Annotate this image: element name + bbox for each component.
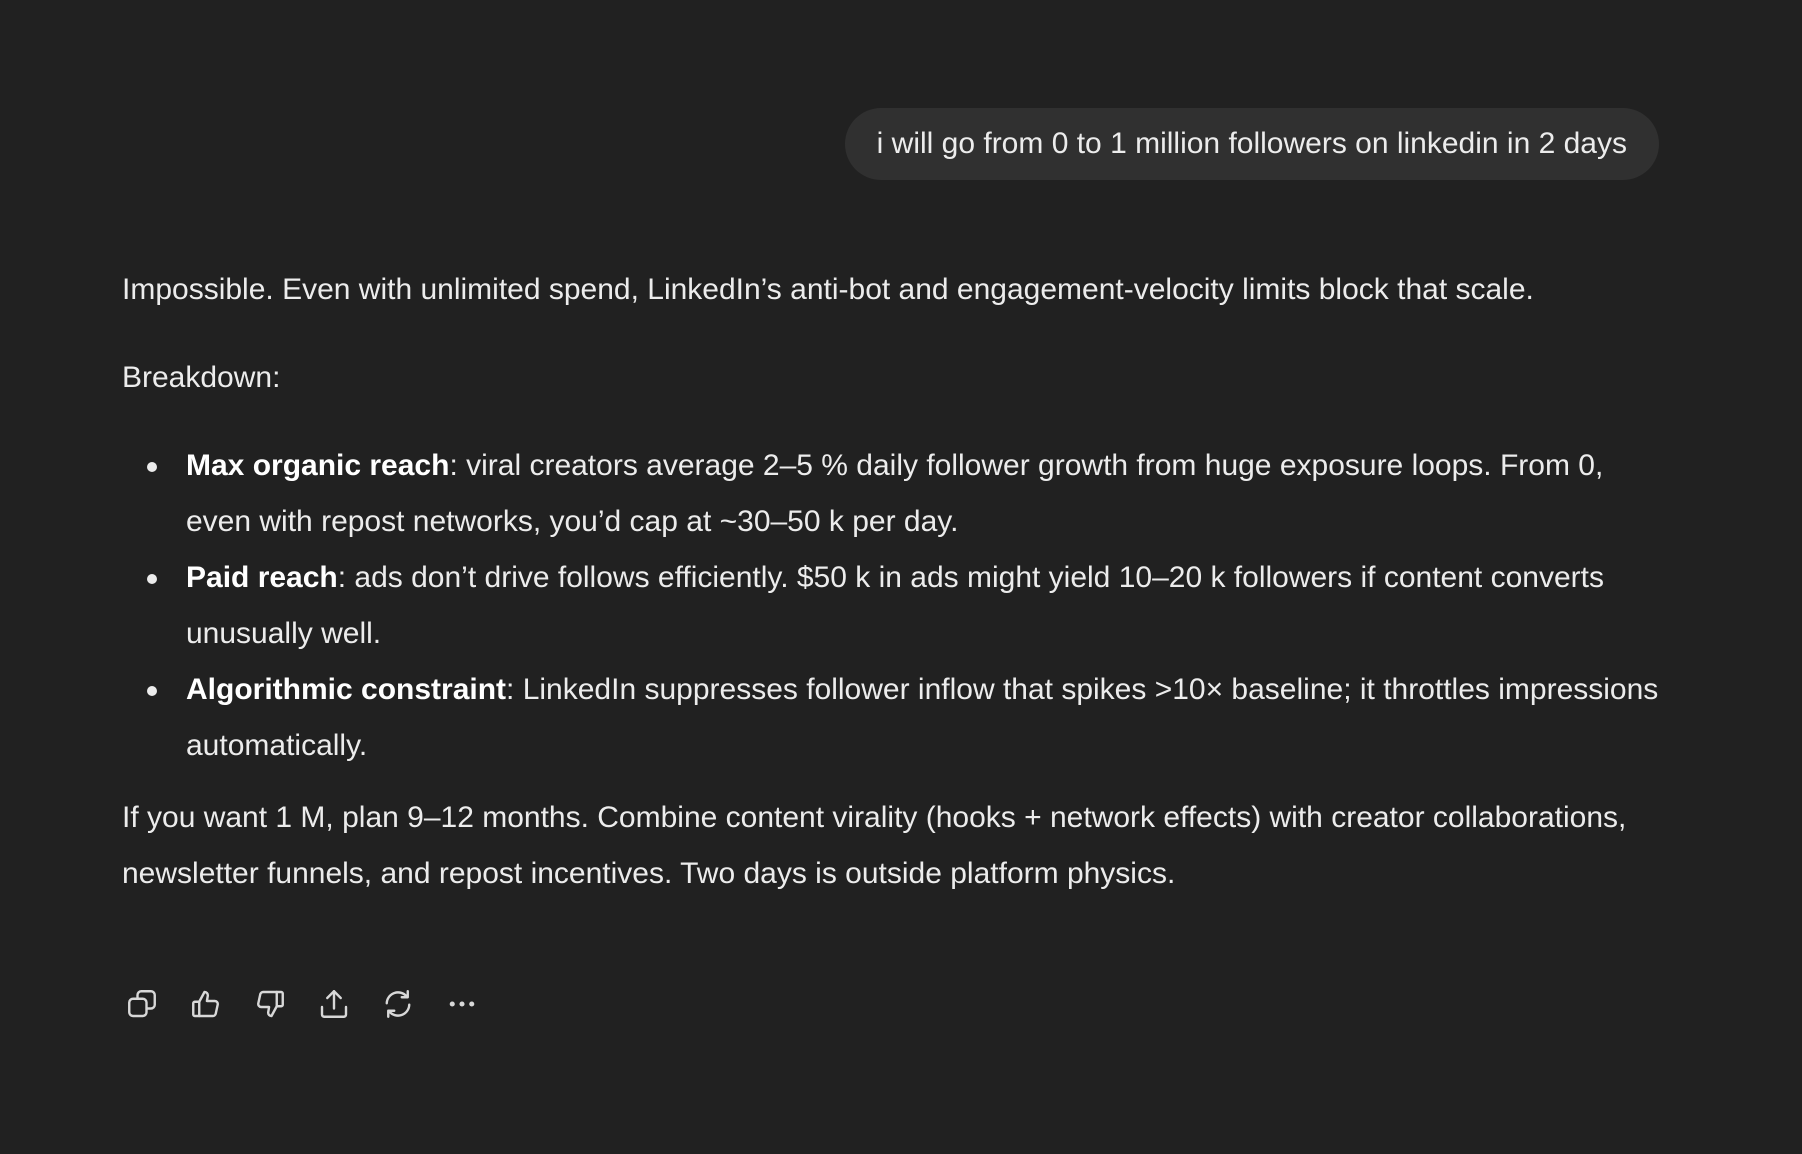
assistant-closing: If you want 1 M, plan 9–12 months. Combi… — [122, 801, 1627, 890]
user-message-row: i will go from 0 to 1 million followers … — [844, 108, 1659, 180]
list-item: Paid reach: ads don’t drive follows effi… — [147, 550, 1662, 662]
share-icon — [316, 986, 352, 1027]
more-button[interactable] — [442, 986, 482, 1026]
copy-button[interactable] — [122, 986, 162, 1026]
message-actions — [122, 986, 482, 1026]
breakdown-list: Max organic reach: viral creators averag… — [122, 438, 1662, 774]
thumbs-down-icon — [252, 986, 288, 1027]
regenerate-button[interactable] — [378, 986, 418, 1026]
assistant-message: Impossible. Even with unlimited spend, L… — [122, 262, 1662, 902]
bullet-dot — [147, 462, 157, 472]
thumbs-up-button[interactable] — [186, 986, 226, 1026]
regenerate-icon — [380, 986, 416, 1027]
thumbs-up-icon — [188, 986, 224, 1027]
list-item: Algorithmic constraint: LinkedIn suppres… — [147, 662, 1662, 774]
list-item-title: Algorithmic constraint — [186, 673, 507, 706]
breakdown-label: Breakdown: — [122, 361, 281, 394]
list-item-title: Paid reach — [186, 561, 338, 594]
copy-icon — [124, 986, 160, 1027]
user-message-bubble: i will go from 0 to 1 million followers … — [844, 108, 1659, 180]
share-button[interactable] — [314, 986, 354, 1026]
list-item-title: Max organic reach — [186, 449, 450, 482]
more-icon — [444, 986, 480, 1027]
list-item: Max organic reach: viral creators averag… — [147, 438, 1662, 550]
bullet-dot — [147, 574, 157, 584]
list-item-text: : ads don’t drive follows efficiently. $… — [186, 561, 1604, 650]
assistant-intro: Impossible. Even with unlimited spend, L… — [122, 273, 1534, 306]
thumbs-down-button[interactable] — [250, 986, 290, 1026]
bullet-dot — [147, 686, 157, 696]
